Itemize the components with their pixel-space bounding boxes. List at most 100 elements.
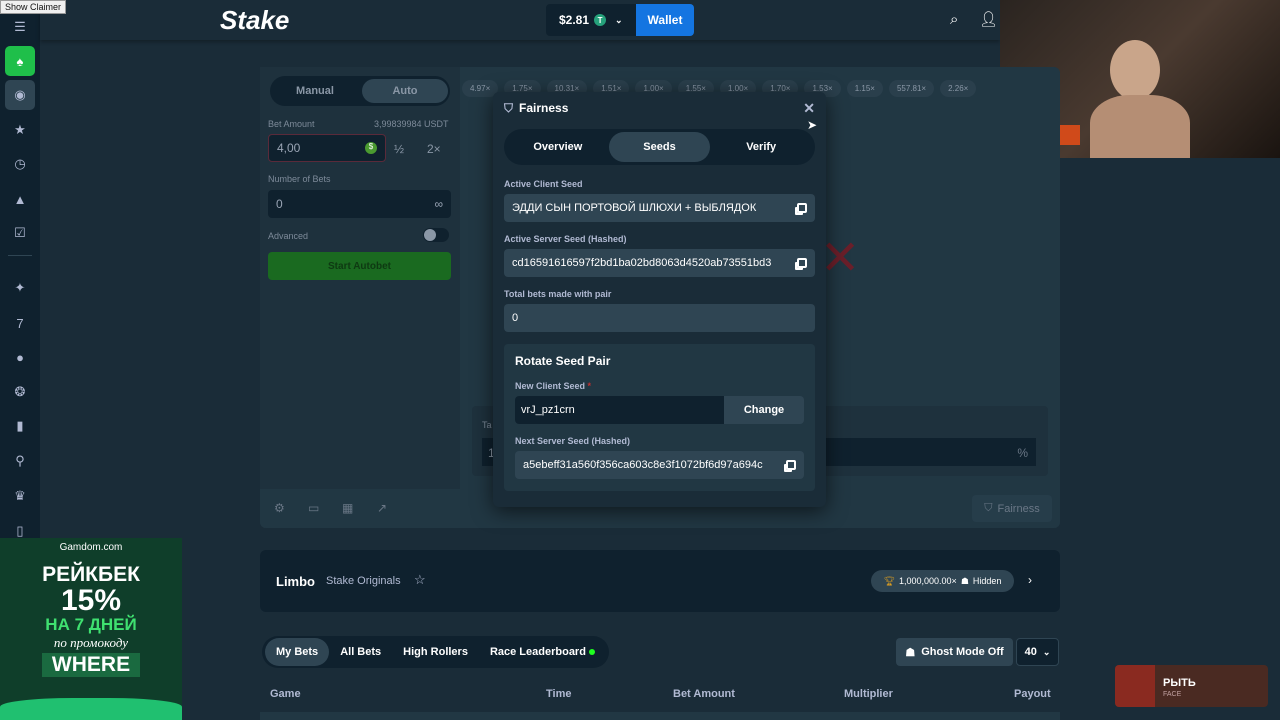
tab-race-leaderboard[interactable]: Race Leaderboard — [479, 638, 606, 666]
column-game: Game — [270, 688, 301, 700]
settings-icon[interactable]: ⚙ — [274, 501, 285, 515]
bet-amount-value: 4,00 — [277, 141, 301, 155]
double-button[interactable]: 2× — [427, 142, 441, 156]
required-marker: * — [587, 381, 592, 391]
number-of-bets-label: Number of Bets — [268, 174, 331, 184]
game-shows-icon[interactable]: ▮ — [5, 411, 35, 441]
gamdom-ad-banner[interactable]: Gamdom.com РЕЙКБЕК 15% НА 7 ДНЕЙ по пром… — [0, 538, 182, 720]
ghost-icon: ☗ — [960, 575, 969, 586]
win-chance-input[interactable]: % — [822, 438, 1036, 466]
total-bets-field: 0 — [504, 304, 815, 332]
number-of-bets-input[interactable]: 0 ∞ — [268, 190, 451, 218]
change-button[interactable]: Change — [724, 396, 804, 424]
tab-my-bets[interactable]: My Bets — [265, 638, 330, 666]
balance-hint: 3,99839984 USDT — [374, 119, 449, 129]
next-server-seed-field[interactable]: a5ebeff31a560f356ca603c8e3f1072bf6d97a69… — [515, 451, 804, 479]
multiplier-chip[interactable]: 557.81× — [888, 80, 935, 97]
total-bets-label: Total bets made with pair — [504, 289, 612, 299]
tab-high-rollers[interactable]: High Rollers — [392, 638, 479, 666]
live-casino-icon[interactable]: ❂ — [5, 377, 35, 407]
provider-link[interactable]: Stake Originals — [326, 575, 401, 587]
chevron-down-icon: ⌄ — [1042, 646, 1051, 657]
search-icon[interactable]: ⌕ — [950, 11, 958, 28]
theatre-mode-icon[interactable]: ▭ — [308, 501, 319, 515]
new-releases-icon[interactable]: ✦ — [5, 273, 35, 303]
popout-icon[interactable]: ↗ — [377, 501, 387, 515]
challenges-icon[interactable]: ▲ — [5, 184, 35, 214]
tab-overview[interactable]: Overview — [507, 132, 609, 162]
multiplier-chip[interactable]: 1.15× — [846, 80, 883, 97]
page-size-value: 40 — [1024, 646, 1037, 658]
column-multiplier: Multiplier — [844, 688, 893, 700]
loss-x-icon: ✕ — [820, 232, 861, 285]
wallet-button[interactable]: Wallet — [636, 4, 694, 36]
close-icon[interactable]: ✕ — [803, 100, 815, 117]
next-server-seed-label: Next Server Seed (Hashed) — [515, 436, 631, 446]
new-client-seed-input[interactable]: vrJ_pz1crn — [515, 396, 724, 424]
balance-dropdown[interactable]: $2.81 T ⌄ — [546, 4, 636, 36]
client-seed-value: ЭДДИ СЫН ПОРТОВОЙ ШЛЮХИ + ВЫБЛЯДОК — [512, 202, 757, 214]
copy-icon[interactable] — [786, 460, 796, 470]
track-title: РЫТЬ — [1163, 677, 1196, 689]
new-client-seed-label: New Client Seed — [515, 381, 586, 391]
user-icon[interactable]: 👤︎ — [979, 10, 998, 28]
album-art — [1115, 665, 1155, 707]
stake-logo[interactable]: Stake — [220, 5, 289, 36]
hidden-label: Hidden — [972, 576, 1002, 586]
rotate-title: Rotate Seed Pair — [515, 354, 611, 368]
page-size-select[interactable]: 40 ⌄ — [1016, 638, 1059, 666]
column-time: Time — [546, 688, 572, 700]
start-autobet-button[interactable]: Start Autobet — [268, 252, 451, 280]
sports-icon[interactable]: ◉ — [5, 80, 35, 110]
ghost-mode-button[interactable]: ☗ Ghost Mode Off — [896, 638, 1013, 666]
my-bets-icon[interactable]: ☑ — [5, 218, 35, 248]
ad-line-3: НА 7 ДНЕЙ — [45, 615, 137, 634]
favourite-star-icon[interactable]: ☆ — [414, 572, 426, 588]
slots-icon[interactable]: 7 — [5, 308, 35, 338]
advanced-toggle[interactable] — [423, 228, 449, 242]
ad-promo-code: WHERE — [41, 653, 141, 677]
tab-auto[interactable]: Auto — [362, 79, 448, 103]
menu-icon[interactable]: ☰ — [5, 12, 35, 42]
max-win-value: 1,000,000.00× — [899, 576, 957, 586]
track-notification: РЫТЬ FACE — [1115, 665, 1268, 707]
bet-amount-input[interactable]: 4,00 $ — [268, 134, 386, 162]
column-bet-amount: Bet Amount — [673, 688, 735, 700]
tab-verify[interactable]: Verify — [710, 132, 812, 162]
favourites-icon[interactable]: ★ — [5, 115, 35, 145]
max-win-badge[interactable]: 🏆︎ 1,000,000.00× ☗ Hidden — [871, 570, 1014, 592]
bet-amount-label: Bet Amount — [268, 119, 315, 129]
casino-icon[interactable]: ♠ — [5, 46, 35, 76]
chevron-down-icon: ⌄ — [615, 14, 623, 25]
fairness-modal: ⛉ Fairness ✕ Overview Seeds Verify Activ… — [493, 92, 826, 507]
copy-icon[interactable] — [797, 203, 807, 213]
server-seed-field[interactable]: cd16591616597f2bd1ba02bd8063d4520ab73551… — [504, 249, 815, 277]
percent-suffix: % — [1017, 446, 1028, 460]
vip-icon[interactable]: ♛ — [5, 481, 35, 511]
half-button[interactable]: ½ — [394, 142, 404, 156]
stats-icon[interactable]: ▦ — [342, 501, 353, 515]
tab-all-bets[interactable]: All Bets — [329, 638, 392, 666]
race-leaderboard-label: Race Leaderboard — [489, 646, 586, 658]
total-bets-value: 0 — [512, 312, 519, 324]
advanced-label: Advanced — [268, 231, 309, 241]
client-seed-field[interactable]: ЭДДИ СЫН ПОРТОВОЙ ШЛЮХИ + ВЫБЛЯДОК — [504, 194, 815, 222]
mouse-cursor-icon: ➤ — [807, 118, 818, 132]
microphone-icon[interactable]: ⚲ — [5, 446, 35, 476]
client-seed-label: Active Client Seed — [504, 179, 583, 189]
trophy-icon: 🏆︎ — [883, 575, 895, 586]
bets-tabs: My Bets All Bets High Rollers Race Leade… — [262, 636, 609, 668]
fairness-button[interactable]: ⛉ Fairness — [972, 495, 1052, 522]
multiplier-chip[interactable]: 2.26× — [940, 80, 977, 97]
copy-icon[interactable] — [797, 258, 807, 268]
tab-manual[interactable]: Manual — [274, 80, 356, 102]
recent-icon[interactable]: ◷ — [5, 149, 35, 179]
game-info-bar: Limbo Stake Originals ☆ 🏆︎ 1,000,000.00× ☗… — [260, 550, 1060, 612]
tab-seeds[interactable]: Seeds — [608, 132, 711, 162]
ad-line-2: 15% — [60, 584, 122, 617]
show-claimer-label[interactable]: Show Claimer — [0, 0, 67, 14]
tether-icon: T — [594, 14, 607, 26]
ghost-mode-label: Ghost Mode Off — [921, 646, 1004, 658]
originals-icon[interactable]: ● — [5, 342, 35, 372]
chevron-right-icon[interactable]: › — [1028, 573, 1032, 587]
